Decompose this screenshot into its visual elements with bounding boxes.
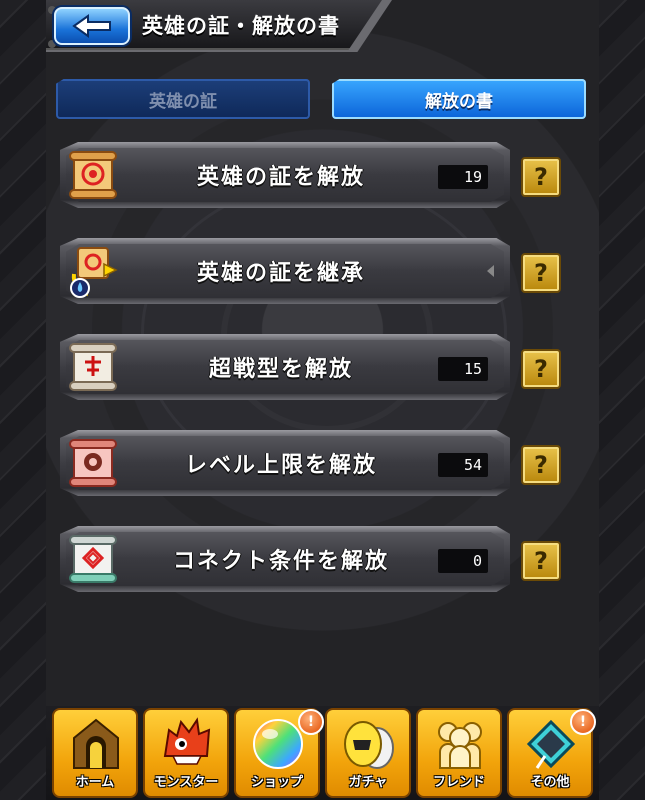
scroll-pink-icon bbox=[69, 439, 117, 487]
tab-hero-proof[interactable]: 英雄の証 bbox=[56, 79, 310, 119]
row-label: コネクト条件を解放 bbox=[172, 549, 389, 574]
back-button[interactable] bbox=[54, 7, 130, 45]
nav-label: ショップ bbox=[250, 775, 303, 790]
scroll-white-icon bbox=[69, 343, 117, 391]
nav-label: その他 bbox=[530, 775, 570, 790]
notification-badge: ! bbox=[570, 709, 596, 735]
row-release-hero-proof[interactable]: 英雄の証を解放 19 bbox=[60, 142, 510, 208]
back-arrow-icon bbox=[72, 14, 111, 38]
right-frame bbox=[597, 0, 645, 800]
home-icon bbox=[73, 718, 119, 769]
scroll-red-icon bbox=[69, 151, 117, 199]
help-button[interactable]: ? bbox=[521, 541, 561, 581]
help-button[interactable]: ? bbox=[521, 157, 561, 197]
owned-count: 15 bbox=[438, 357, 488, 381]
nav-label: フレンド bbox=[432, 775, 485, 790]
row-release-super-battle[interactable]: 超戦型を解放 15 bbox=[60, 334, 510, 400]
monster-icon bbox=[163, 717, 211, 765]
tab-release-book[interactable]: 解放の書 bbox=[332, 79, 586, 119]
friends-icon bbox=[438, 722, 482, 769]
help-button[interactable]: ? bbox=[521, 253, 561, 293]
help-button[interactable]: ? bbox=[521, 445, 561, 485]
scroll-inherit-icon bbox=[70, 247, 118, 298]
nav-friend[interactable]: フレンド bbox=[416, 708, 502, 798]
row-label: 超戦型を解放 bbox=[208, 357, 353, 382]
left-frame bbox=[0, 0, 48, 800]
notification-badge: ! bbox=[298, 709, 324, 735]
nav-label: モンスター bbox=[153, 775, 219, 790]
owned-count: 0 bbox=[438, 549, 488, 573]
expand-arrow-icon bbox=[487, 265, 494, 277]
help-button[interactable]: ? bbox=[521, 349, 561, 389]
scroll-green-icon bbox=[69, 535, 117, 583]
page-title: 英雄の証・解放の書 bbox=[142, 14, 340, 38]
row-label: 英雄の証を解放 bbox=[196, 165, 365, 190]
row-release-level-cap[interactable]: レベル上限を解放 54 bbox=[60, 430, 510, 496]
row-label: レベル上限を解放 bbox=[184, 453, 377, 478]
nav-monster[interactable]: モンスター bbox=[143, 708, 229, 798]
nav-label: ガチャ bbox=[348, 775, 388, 790]
gacha-egg-icon bbox=[344, 721, 394, 769]
main-panel bbox=[46, 0, 599, 800]
nav-gacha[interactable]: ガチャ bbox=[325, 708, 411, 798]
owned-count: 19 bbox=[438, 165, 488, 189]
row-release-connect[interactable]: コネクト条件を解放 0 bbox=[60, 526, 510, 592]
nav-label: ホーム bbox=[75, 775, 115, 790]
nav-home[interactable]: ホーム bbox=[52, 708, 138, 798]
row-inherit-hero-proof[interactable]: 英雄の証を継承 bbox=[60, 238, 510, 304]
row-label: 英雄の証を継承 bbox=[196, 261, 365, 286]
owned-count: 54 bbox=[438, 453, 488, 477]
